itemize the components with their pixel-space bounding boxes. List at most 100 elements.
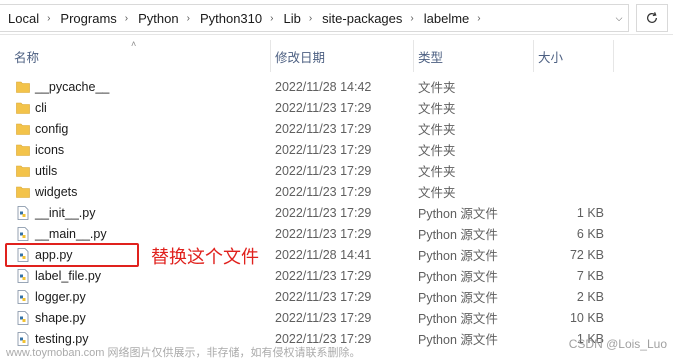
annotation-text: 替换这个文件 [151, 247, 259, 268]
file-type: 文件夹 [418, 186, 456, 200]
highlight-box [5, 243, 139, 267]
file-size: 72 KB [569, 247, 604, 262]
file-type: Python 源文件 [418, 312, 498, 326]
breadcrumb-item[interactable]: Local › [0, 5, 52, 31]
col-size[interactable]: 大小 [534, 40, 614, 72]
python-file-icon [16, 268, 30, 283]
python-file-icon [16, 289, 30, 304]
breadcrumb-label: Programs [60, 10, 117, 26]
column-header: ˄ 名称 修改日期 类型 大小 [0, 39, 673, 72]
file-type: 文件夹 [418, 81, 456, 95]
breadcrumb-item[interactable]: Python310 › [192, 5, 276, 31]
file-name: __main__.py [35, 226, 107, 241]
breadcrumb-label: labelme [423, 10, 470, 26]
col-size-label: 大小 [538, 50, 564, 65]
chevron-right-icon[interactable]: › [477, 13, 480, 24]
file-name-cell[interactable]: widgets [16, 181, 77, 202]
file-type: Python 源文件 [418, 291, 498, 305]
chevron-right-icon[interactable]: › [125, 13, 128, 24]
file-name-cell[interactable]: label_file.py [16, 265, 101, 286]
file-date: 2022/11/23 17:29 [275, 184, 372, 199]
refresh-icon [647, 12, 657, 23]
file-name-cell[interactable]: __main__.py [16, 223, 107, 244]
file-row[interactable]: logger.py 2022/11/23 17:29 Python 源文件 2 KB [0, 286, 673, 307]
file-date: 2022/11/23 17:29 [275, 163, 372, 178]
file-size: 6 KB [576, 226, 604, 241]
col-type[interactable]: 类型 [414, 40, 534, 72]
folder-icon [16, 143, 30, 157]
col-type-label: 类型 [418, 50, 444, 65]
file-size: 1 KB [576, 205, 604, 220]
file-list: __pycache__ 2022/11/28 14:42 文件夹 cli 2022/11… [0, 76, 673, 349]
chevron-right-icon[interactable]: › [309, 13, 312, 24]
file-name: utils [35, 163, 58, 178]
file-name: config [35, 121, 69, 136]
file-date: 2022/11/23 17:29 [275, 226, 372, 241]
folder-row[interactable]: icons 2022/11/23 17:29 文件夹 [0, 139, 673, 160]
file-row[interactable]: label_file.py 2022/11/23 17:29 Python 源文件 7… [0, 265, 673, 286]
file-size [538, 76, 604, 97]
file-size: 2 KB [576, 289, 604, 304]
folder-row[interactable]: config 2022/11/23 17:29 文件夹 [0, 118, 673, 139]
folder-row[interactable]: cli 2022/11/23 17:29 文件夹 [0, 97, 673, 118]
file-name: widgets [35, 184, 78, 199]
col-date[interactable]: 修改日期 [271, 40, 414, 72]
chevron-right-icon[interactable]: › [270, 13, 273, 24]
watermark-right: CSDN @Lois_Luo [568, 337, 667, 351]
file-size [538, 118, 604, 139]
folder-icon [16, 122, 30, 136]
folder-row[interactable]: utils 2022/11/23 17:29 文件夹 [0, 160, 673, 181]
folder-icon [16, 80, 30, 94]
python-file-icon [16, 205, 30, 220]
file-date: 2022/11/23 17:29 [275, 268, 372, 283]
chevron-right-icon[interactable]: › [187, 13, 190, 24]
file-size [538, 160, 604, 181]
file-name-cell[interactable]: utils [16, 160, 57, 181]
chevron-right-icon[interactable]: › [47, 13, 50, 24]
refresh-button[interactable] [636, 4, 668, 32]
breadcrumb-label: Lib [283, 10, 301, 26]
file-name-cell[interactable]: logger.py [16, 286, 86, 307]
folder-icon [16, 164, 30, 178]
file-row[interactable]: __main__.py 2022/11/23 17:29 Python 源文件 6 K… [0, 223, 673, 244]
file-row[interactable]: shape.py 2022/11/23 17:29 Python 源文件 10 KB [0, 307, 673, 328]
file-name-cell[interactable]: icons [16, 139, 64, 160]
python-file-icon [16, 310, 30, 325]
file-size [538, 97, 604, 118]
watermark: www.toymoban.com 网络图片仅供展示，非存储，如有侵权请联系删除。 [6, 347, 361, 359]
file-size: 10 KB [569, 310, 604, 325]
breadcrumb-item[interactable]: labelme › [416, 5, 483, 31]
address-bar: Local › Programs › Python › Python310 › Lib › site… [0, 0, 673, 35]
folder-row[interactable]: widgets 2022/11/23 17:29 文件夹 [0, 181, 673, 202]
file-name-cell[interactable]: __pycache__ [16, 76, 109, 97]
file-size: 7 KB [576, 268, 604, 283]
file-date: 2022/11/23 17:29 [275, 310, 372, 325]
breadcrumb-label: Python310 [199, 10, 263, 26]
breadcrumb-item[interactable]: Lib › [275, 5, 314, 31]
file-type: Python 源文件 [418, 249, 498, 263]
folder-icon [16, 185, 30, 199]
file-name-cell[interactable]: shape.py [16, 307, 86, 328]
breadcrumb-label: Local [8, 10, 40, 26]
file-type: Python 源文件 [418, 270, 498, 284]
breadcrumb-item[interactable]: site-packages › [314, 5, 416, 31]
file-name-cell[interactable]: cli [16, 97, 47, 118]
file-date: 2022/11/23 17:29 [275, 289, 372, 304]
python-file-icon [16, 226, 30, 241]
breadcrumb-label: Python [138, 10, 179, 26]
breadcrumb[interactable]: Local › Programs › Python › Python310 › Lib › site… [0, 4, 629, 32]
breadcrumb-item[interactable]: Programs › [52, 5, 130, 31]
file-name-cell[interactable]: __init__.py [16, 202, 95, 223]
chevron-right-icon[interactable]: › [410, 13, 413, 24]
folder-icon [16, 101, 30, 115]
col-name-label: 名称 [14, 50, 40, 65]
col-name[interactable]: 名称 [14, 40, 271, 72]
file-row[interactable]: __init__.py 2022/11/23 17:29 Python 源文件 1 K… [0, 202, 673, 223]
folder-row[interactable]: __pycache__ 2022/11/28 14:42 文件夹 [0, 76, 673, 97]
breadcrumb-item[interactable]: Python › [130, 5, 192, 31]
file-date: 2022/11/28 14:42 [275, 79, 372, 94]
file-name-cell[interactable]: config [16, 118, 68, 139]
chevron-down-icon[interactable]: ⌵ [610, 5, 628, 31]
file-name: logger.py [35, 289, 86, 304]
file-type: 文件夹 [418, 144, 456, 158]
